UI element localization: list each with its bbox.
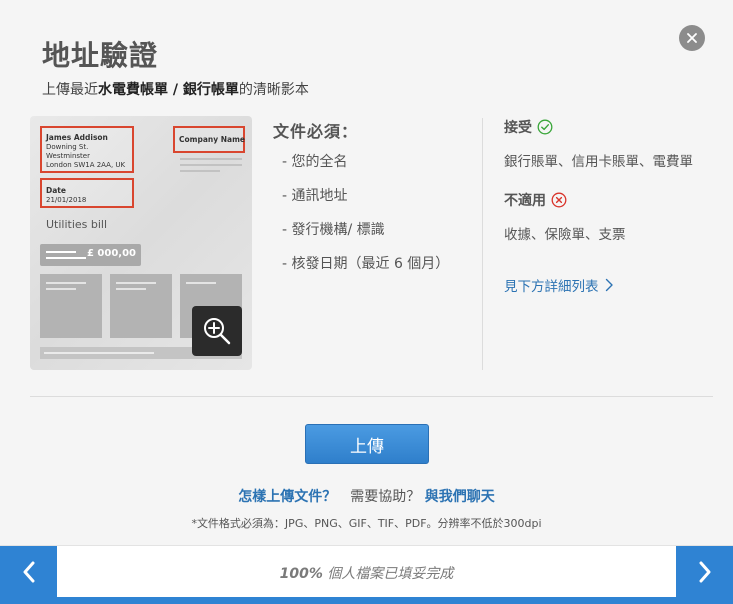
close-icon bbox=[687, 33, 697, 43]
list-item: - 通訊地址 bbox=[282, 188, 348, 204]
address-verification-modal: 地址驗證 上傳最近水電費帳單 / 銀行帳單的清晰影本 James Addison… bbox=[0, 0, 733, 545]
bill-line bbox=[46, 288, 76, 290]
horizontal-divider bbox=[30, 396, 713, 397]
vertical-divider bbox=[482, 118, 483, 370]
list-item: - 您的全名 bbox=[282, 154, 348, 170]
bill-address-block: James Addison Downing St. Westminster Lo… bbox=[46, 133, 125, 170]
bill-line bbox=[186, 282, 216, 284]
check-circle-icon bbox=[537, 119, 553, 135]
help-line: 怎樣上傳文件？ 需要協助？ 與我們聊天 bbox=[0, 486, 733, 506]
bill-name: James Addison bbox=[46, 133, 108, 142]
bill-amount: £ 000,00 bbox=[86, 248, 136, 259]
bill-line bbox=[180, 158, 242, 160]
chevron-right-icon bbox=[699, 561, 710, 582]
must-have-title: 文件必須： bbox=[273, 122, 359, 141]
bill-line bbox=[46, 251, 76, 253]
profile-progress-text: 100% 個人檔案已填妥完成 bbox=[57, 563, 676, 583]
need-help-text: 需要協助？ bbox=[350, 489, 421, 505]
progress-value: 100% bbox=[279, 566, 323, 582]
bill-doc-type: Utilities bill bbox=[46, 218, 108, 231]
subtitle-utility-bill: 水電費帳單 bbox=[98, 82, 168, 98]
sample-bill-image: James Addison Downing St. Westminster Lo… bbox=[30, 116, 252, 370]
accepted-documents: 銀行賬單、信用卡賬單、電費單 bbox=[504, 154, 693, 170]
progress-label: 個人檔案已填妥完成 bbox=[322, 566, 454, 582]
subtitle-bank-statement: 銀行帳單 bbox=[182, 82, 239, 98]
bill-line bbox=[44, 352, 154, 354]
zoom-button[interactable] bbox=[192, 306, 242, 356]
subtitle-suffix: 的清晰影本 bbox=[238, 82, 309, 98]
chevron-right-icon bbox=[605, 278, 613, 292]
bill-company-text: Company Name bbox=[179, 135, 245, 144]
bill-panel bbox=[110, 274, 172, 338]
see-list-label: 見下方詳細列表 bbox=[504, 279, 599, 295]
bill-addr2: Westminster bbox=[46, 152, 90, 160]
accepted-heading: 接受 bbox=[504, 117, 553, 137]
see-detailed-list-link[interactable]: 見下方詳細列表 bbox=[504, 275, 614, 295]
chevron-left-icon bbox=[23, 561, 34, 582]
bill-line bbox=[46, 282, 86, 284]
bill-company: Company Name bbox=[179, 135, 245, 145]
bill-addr1: Downing St. bbox=[46, 143, 89, 151]
bill-addr3: London SW1A 2AA, UK bbox=[46, 161, 126, 169]
modal-subtitle: 上傳最近水電費帳單 / 銀行帳單的清晰影本 bbox=[42, 79, 309, 99]
list-item: - 發行機構/ 標識 bbox=[282, 222, 385, 238]
file-format-note: *文件格式必須為：JPG、PNG、GIF、TIF、PDF。分辨率不低於300dp… bbox=[191, 517, 542, 530]
bill-line bbox=[180, 164, 242, 166]
previous-button[interactable] bbox=[0, 546, 57, 597]
x-circle-icon bbox=[551, 192, 567, 208]
subtitle-separator: / bbox=[168, 82, 183, 98]
bill-amount-box: £ 000,00 bbox=[40, 244, 141, 266]
accepted-title: 接受 bbox=[504, 120, 532, 136]
bill-line bbox=[116, 282, 156, 284]
not-applicable-heading: 不適用 bbox=[504, 190, 567, 210]
bill-date-label: Date bbox=[46, 186, 66, 195]
bill-date-value: 21/01/2018 bbox=[46, 196, 87, 204]
profile-progress-bar bbox=[0, 597, 733, 604]
bottom-navigation: 100% 個人檔案已填妥完成 bbox=[0, 545, 733, 604]
bill-line bbox=[116, 288, 146, 290]
not-applicable-documents: 收據、保險單、支票 bbox=[504, 227, 626, 243]
must-have-list: - 您的全名 - 通訊地址 - 發行機構/ 標識 - 核發日期（最近 6 個月） bbox=[282, 154, 449, 290]
bill-line bbox=[180, 170, 220, 172]
bill-panel bbox=[40, 274, 102, 338]
not-applicable-title: 不適用 bbox=[504, 193, 546, 209]
bill-date-block: Date 21/01/2018 bbox=[46, 186, 86, 205]
next-button[interactable] bbox=[676, 546, 733, 597]
bill-line bbox=[46, 257, 86, 259]
chat-with-us-link[interactable]: 與我們聊天 bbox=[425, 489, 495, 505]
zoom-in-icon bbox=[204, 318, 231, 345]
modal-title: 地址驗證 bbox=[42, 39, 159, 72]
list-item: - 核發日期（最近 6 個月） bbox=[282, 256, 450, 272]
how-to-upload-link[interactable]: 怎樣上傳文件？ bbox=[238, 489, 336, 505]
upload-button[interactable]: 上傳 bbox=[305, 424, 429, 464]
subtitle-prefix: 上傳最近 bbox=[42, 82, 98, 98]
close-button[interactable] bbox=[679, 25, 705, 51]
